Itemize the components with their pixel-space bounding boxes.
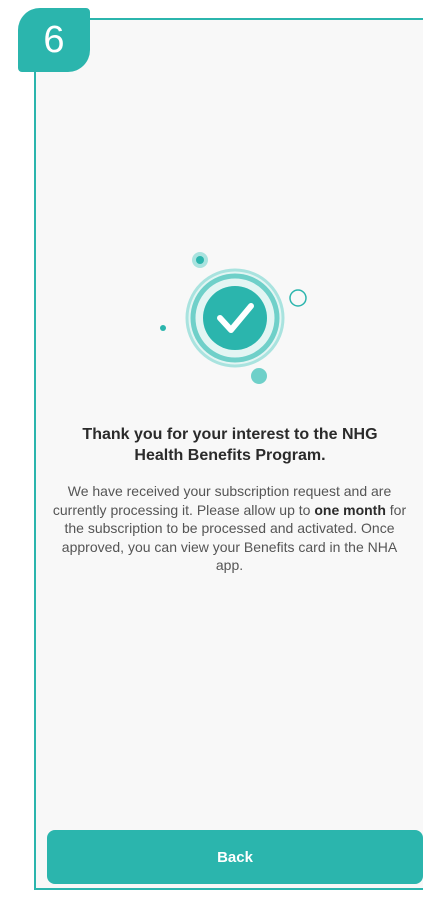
decor-ring-icon bbox=[289, 289, 307, 307]
decor-dot-icon bbox=[251, 368, 267, 384]
message-emphasis: one month bbox=[314, 501, 386, 518]
success-check-icon bbox=[160, 252, 307, 384]
check-circle-icon bbox=[203, 286, 267, 350]
step-number: 6 bbox=[43, 18, 65, 61]
confirmation-heading: Thank you for your interest to the NHG H… bbox=[82, 426, 378, 464]
step-number-badge: 6 bbox=[18, 8, 90, 72]
back-button[interactable]: Back bbox=[47, 830, 423, 884]
confirmation-message: We have received your subscription reque… bbox=[52, 482, 407, 575]
decor-dot-icon bbox=[160, 325, 166, 331]
